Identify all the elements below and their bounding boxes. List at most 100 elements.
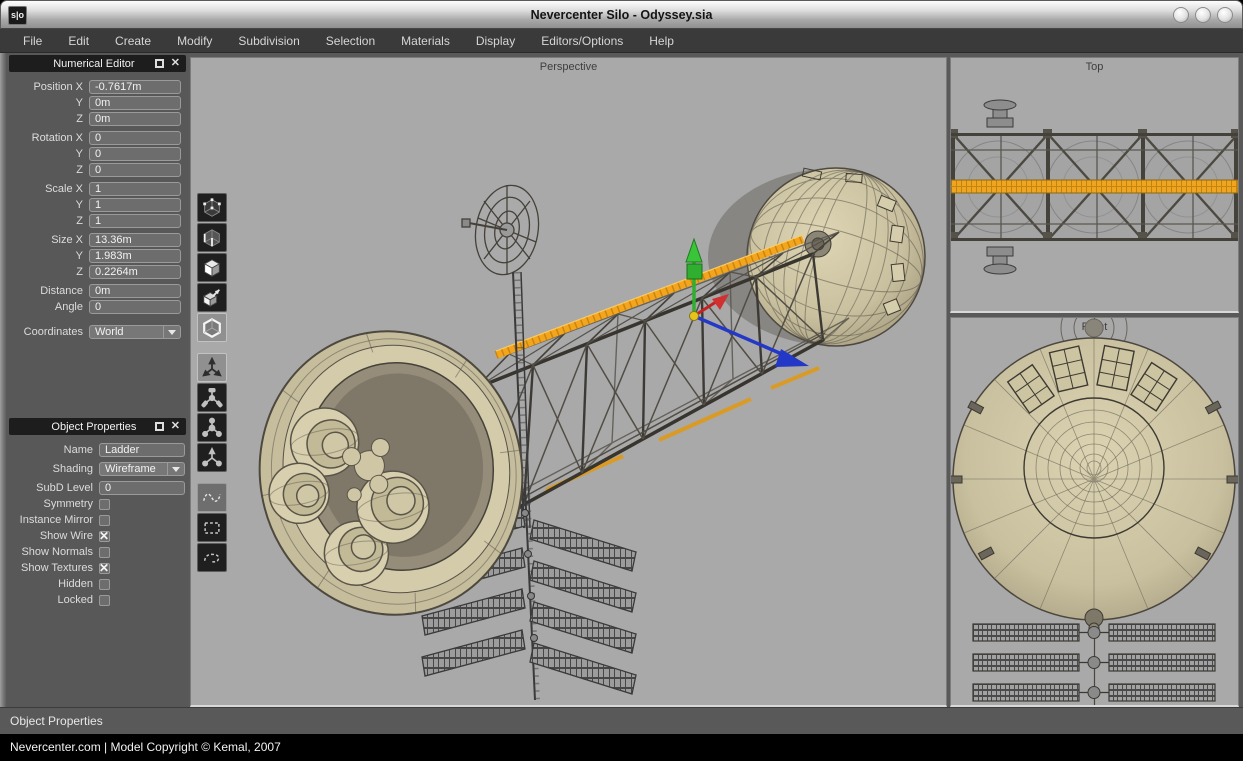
rotation-z-input[interactable]: 0	[89, 163, 181, 177]
lasso-selection-button[interactable]	[197, 543, 227, 572]
menu-display[interactable]: Display	[463, 29, 528, 53]
marquee-selection-icon	[201, 517, 223, 539]
size-x-input[interactable]: 13.36m	[89, 233, 181, 247]
numerical-editor-panel: Numerical Editor ✕ Position X-0.7617m Y0…	[7, 55, 188, 340]
panel-close-icon[interactable]: ✕	[171, 59, 180, 68]
subd-level-input[interactable]: 0	[99, 481, 185, 495]
footer-bar: Nevercenter.com | Model Copyright © Kema…	[0, 734, 1243, 761]
title-bar[interactable]: s|o Nevercenter Silo - Odyssey.sia	[0, 0, 1243, 29]
rotation-y-input[interactable]: 0	[89, 147, 181, 161]
numerical-editor-header[interactable]: Numerical Editor ✕	[9, 55, 186, 72]
angle-label: Angle	[7, 301, 89, 313]
size-z-label: Z	[7, 266, 89, 278]
spaceship-model-right	[951, 318, 1238, 705]
menu-help[interactable]: Help	[636, 29, 687, 53]
scale-y-input[interactable]: 1	[89, 198, 181, 212]
object-mode-button[interactable]	[197, 313, 227, 342]
locked-label: Locked	[7, 594, 99, 606]
position-z-input[interactable]: 0m	[89, 112, 181, 126]
size-y-input[interactable]: 1.983m	[89, 249, 181, 263]
panel-edge-grip[interactable]	[0, 53, 7, 707]
size-z-input[interactable]: 0.2264m	[89, 265, 181, 279]
panel-close-icon[interactable]: ✕	[171, 422, 180, 431]
vertex-mode-button[interactable]	[197, 193, 227, 222]
marquee-selection-button[interactable]	[197, 513, 227, 542]
freeform-selection-button[interactable]	[197, 483, 227, 512]
coordinates-dropdown[interactable]: World	[89, 325, 181, 339]
hidden-checkbox[interactable]	[99, 579, 110, 590]
lasso-selection-icon	[201, 547, 223, 569]
top-viewport[interactable]: Top	[950, 57, 1239, 313]
scale-tool-button[interactable]	[197, 413, 227, 442]
viewport-toolbar	[197, 193, 227, 583]
menu-create[interactable]: Create	[102, 29, 164, 53]
element-mode-icon	[201, 287, 223, 309]
move-tool-icon	[201, 357, 223, 379]
menu-modify[interactable]: Modify	[164, 29, 225, 53]
left-panel-column: Numerical Editor ✕ Position X-0.7617m Y0…	[7, 53, 188, 707]
scale-y-label: Y	[7, 199, 89, 211]
scale-z-label: Z	[7, 215, 89, 227]
shading-label: Shading	[7, 463, 99, 475]
right-viewport[interactable]: Right	[950, 317, 1239, 707]
spaceship-model-perspective	[191, 58, 946, 705]
menu-editors-options[interactable]: Editors/Options	[528, 29, 636, 53]
position-x-input[interactable]: -0.7617m	[89, 80, 181, 94]
menu-selection[interactable]: Selection	[313, 29, 388, 53]
rotation-x-label: Rotation X	[7, 132, 89, 144]
angle-input[interactable]: 0	[89, 300, 181, 314]
chevron-down-icon	[168, 330, 176, 335]
face-mode-icon	[201, 257, 223, 279]
move-tool-button[interactable]	[197, 353, 227, 382]
rotation-z-label: Z	[7, 164, 89, 176]
scale-x-input[interactable]: 1	[89, 182, 181, 196]
panel-maximize-icon[interactable]	[155, 422, 164, 431]
position-x-label: Position X	[7, 81, 89, 93]
show-normals-checkbox[interactable]	[99, 547, 110, 558]
face-mode-button[interactable]	[197, 253, 227, 282]
window-title: Nevercenter Silo - Odyssey.sia	[1, 1, 1242, 30]
universal-manipulator-button[interactable]	[197, 443, 227, 472]
panel-maximize-icon[interactable]	[155, 59, 164, 68]
instance-mirror-checkbox[interactable]	[99, 515, 110, 526]
distance-label: Distance	[7, 285, 89, 297]
shading-dropdown[interactable]: Wireframe	[99, 462, 185, 476]
coordinates-dropdown-button[interactable]	[164, 325, 181, 339]
show-wire-checkbox[interactable]: ✕	[99, 531, 110, 542]
maximize-button[interactable]	[1195, 7, 1211, 23]
minimize-button[interactable]	[1173, 7, 1189, 23]
name-label: Name	[7, 444, 99, 456]
menu-materials[interactable]: Materials	[388, 29, 463, 53]
size-y-label: Y	[7, 250, 89, 262]
object-properties-header[interactable]: Object Properties ✕	[9, 418, 186, 435]
universal-manipulator-icon	[201, 447, 223, 469]
object-properties-panel: Object Properties ✕ NameLadder Shading W…	[7, 416, 188, 608]
menu-edit[interactable]: Edit	[55, 29, 102, 53]
element-mode-button[interactable]	[197, 283, 227, 312]
menu-file[interactable]: File	[10, 29, 55, 53]
scale-z-input[interactable]: 1	[89, 214, 181, 228]
coordinates-value: World	[89, 325, 164, 339]
menu-subdivision[interactable]: Subdivision	[225, 29, 312, 53]
shading-value: Wireframe	[99, 462, 168, 476]
symmetry-checkbox[interactable]	[99, 499, 110, 510]
coordinates-label: Coordinates	[7, 326, 89, 338]
instance-mirror-label: Instance Mirror	[7, 514, 99, 526]
position-y-label: Y	[7, 97, 89, 109]
rotate-tool-button[interactable]	[197, 383, 227, 412]
locked-checkbox[interactable]	[99, 595, 110, 606]
rotation-x-input[interactable]: 0	[89, 131, 181, 145]
distance-input[interactable]: 0m	[89, 284, 181, 298]
rotation-y-label: Y	[7, 148, 89, 160]
position-z-label: Z	[7, 113, 89, 125]
show-textures-checkbox[interactable]: ✕	[99, 563, 110, 574]
perspective-viewport[interactable]: Perspective	[190, 57, 947, 707]
object-mode-icon	[201, 317, 223, 339]
close-button[interactable]	[1217, 7, 1233, 23]
edge-mode-button[interactable]	[197, 223, 227, 252]
shading-dropdown-button[interactable]	[168, 462, 185, 476]
vertex-mode-icon	[201, 197, 223, 219]
name-input[interactable]: Ladder	[99, 443, 185, 457]
position-y-input[interactable]: 0m	[89, 96, 181, 110]
status-bar: Object Properties	[0, 707, 1243, 734]
